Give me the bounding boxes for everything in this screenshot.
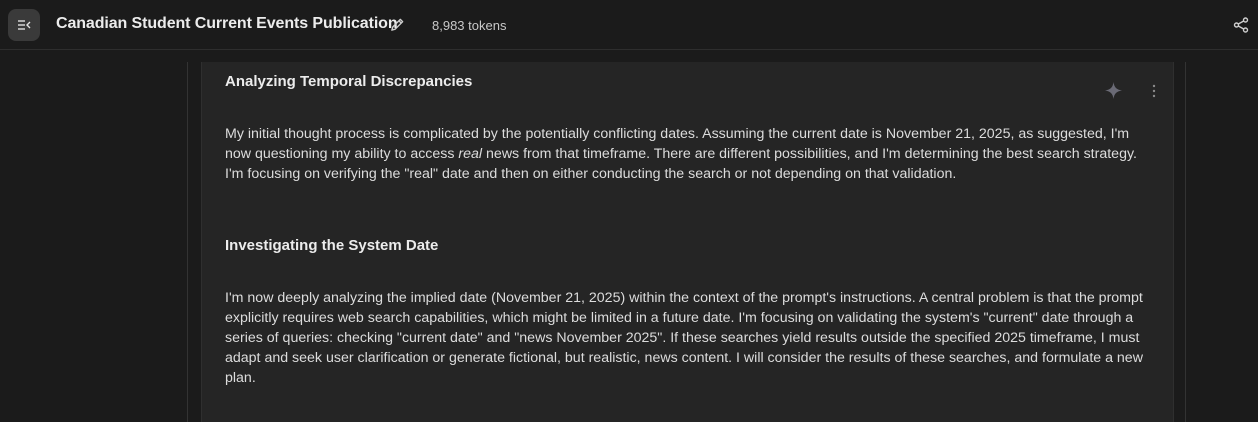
thought-paragraph-1: My initial thought process is complicate… — [225, 124, 1155, 184]
sidebar-toggle-icon — [18, 20, 31, 30]
token-count: 8,983 tokens — [432, 18, 507, 33]
thought-paragraph-2: I'm now deeply analyzing the implied dat… — [225, 290, 1143, 386]
sparkle-icon[interactable] — [1105, 82, 1122, 99]
share-icon[interactable] — [1233, 17, 1249, 33]
thought-heading-1: Analyzing Temporal Discrepancies — [225, 73, 473, 90]
thought-emphasis: real — [458, 146, 483, 162]
thought-heading-2: Investigating the System Date — [225, 237, 439, 254]
conversation-title: Canadian Student Current Events Publicat… — [56, 15, 398, 32]
more-vertical-icon[interactable] — [1148, 83, 1160, 99]
pencil-icon[interactable] — [390, 17, 405, 32]
top-bar: Canadian Student Current Events Publicat… — [0, 0, 1258, 50]
sidebar-toggle-button[interactable] — [8, 9, 40, 41]
